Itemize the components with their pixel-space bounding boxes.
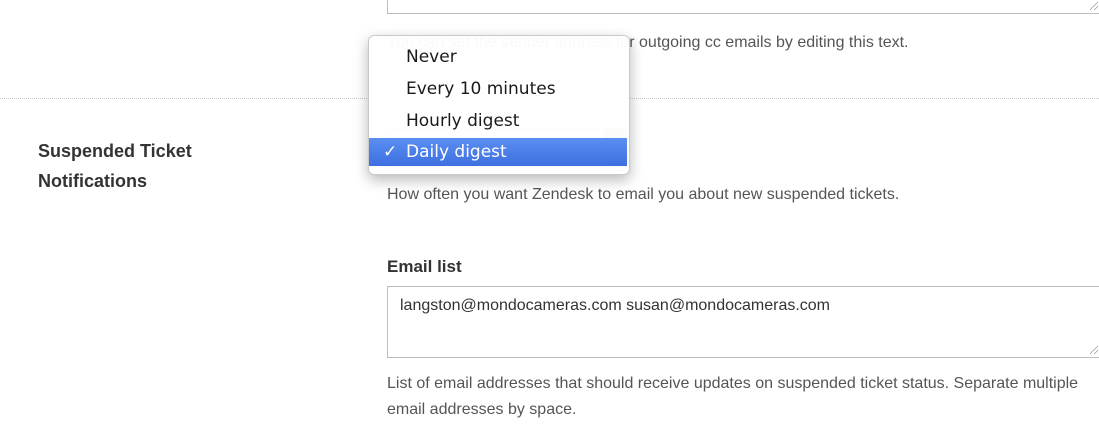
email-list-value[interactable]: langston@mondocameras.com susan@mondocam… (400, 297, 830, 315)
dropdown-option-every-10-minutes[interactable]: Every 10 minutes (369, 75, 627, 103)
dropdown-option-hourly-digest[interactable]: Hourly digest (369, 107, 627, 135)
email-list-textarea[interactable]: langston@mondocameras.com susan@mondocam… (387, 286, 1099, 358)
email-list-help-text: List of email addresses that should rece… (387, 375, 1079, 418)
dropdown-option-label: Hourly digest (406, 111, 520, 131)
dropdown-option-never[interactable]: Never (369, 43, 627, 71)
dropdown-option-label: Every 10 minutes (406, 79, 556, 99)
section-label: Suspended Ticket Notifications (38, 141, 192, 191)
cc-textarea[interactable] (387, 0, 1099, 14)
dropdown-option-label: Never (406, 47, 457, 67)
resize-grip-icon[interactable] (1090, 346, 1098, 354)
notification-dropdown-menu: Never Every 10 minutes Hourly digest ✓ D… (368, 35, 630, 175)
checkmark-icon: ✓ (383, 142, 398, 162)
dropdown-option-daily-digest[interactable]: ✓ Daily digest (369, 138, 627, 166)
resize-grip-icon[interactable] (1090, 2, 1098, 10)
email-list-label: Email list (387, 257, 462, 276)
notification-help-text: How often you want Zendesk to email you … (387, 186, 900, 203)
dropdown-option-label: Daily digest (406, 142, 507, 162)
